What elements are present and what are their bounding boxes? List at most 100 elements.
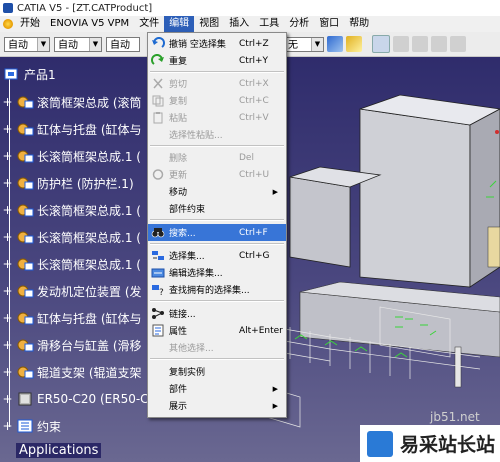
expand-icon[interactable]: + [2, 96, 13, 108]
menu-item-edit-selection-sets[interactable]: 编辑选择集... [148, 264, 286, 281]
tree-node-label[interactable]: 缸体与托盘 (缸体与 [37, 121, 142, 138]
expand-icon[interactable]: + [2, 393, 13, 405]
menu-item-shortcut: Alt+Enter [239, 325, 283, 336]
applications-node[interactable]: Applications [16, 443, 102, 458]
menu-item-copy[interactable]: 复制 Ctrl+C [148, 92, 286, 109]
expand-icon[interactable]: + [2, 339, 13, 351]
tree-node[interactable]: + 长滚筒框架总成.1 ( [0, 199, 141, 221]
chevron-down-icon[interactable]: ▼ [89, 37, 101, 51]
render-icon[interactable] [412, 36, 428, 52]
expand-icon[interactable]: + [2, 150, 13, 162]
tree-node-label[interactable]: 长滚筒框架总成.1 ( [37, 148, 141, 165]
layer-combo[interactable]: 无 ▼ [284, 36, 324, 52]
linetype-combo[interactable]: 自动 [106, 36, 140, 52]
brush-icon[interactable] [327, 36, 343, 52]
menu-tools[interactable]: 工具 [254, 16, 284, 32]
tree-node-label[interactable]: 滚筒框架总成 (滚筒 [37, 94, 142, 111]
menu-edit[interactable]: 编辑 [164, 16, 195, 32]
start-logo-icon[interactable] [3, 19, 13, 29]
chevron-down-icon[interactable]: ▼ [311, 37, 323, 51]
tree-node[interactable]: + 辊道支架 (辊道支架 [0, 361, 142, 383]
product-icon [3, 66, 21, 82]
menu-separator [150, 243, 284, 245]
menu-item-other-selection[interactable]: 其他选择... [148, 339, 286, 356]
menu-item-move[interactable]: 移动 ▶ [148, 183, 286, 200]
menu-item-properties[interactable]: 属性 Alt+Enter [148, 322, 286, 339]
expand-icon[interactable]: + [2, 123, 13, 135]
tree-node[interactable]: + 滚筒框架总成 (滚筒 [0, 91, 142, 113]
tree-node-label[interactable]: 长滚筒框架总成.1 ( [37, 256, 141, 273]
expand-icon[interactable]: + [2, 312, 13, 324]
menu-item-undo[interactable]: 撤销 空选择集 Ctrl+Z [148, 35, 286, 52]
material-icon[interactable] [431, 36, 447, 52]
paint-icon[interactable] [346, 36, 362, 52]
site-watermark: jb51.net 易采站长站 [360, 410, 500, 462]
menu-item-update[interactable]: 更新 Ctrl+U [148, 166, 286, 183]
transparency-combo[interactable]: 自动 ▼ [54, 36, 102, 52]
expand-icon[interactable]: + [2, 285, 13, 297]
component-icon [16, 121, 34, 137]
tree-node[interactable]: + 防护栏 (防护栏.1) [0, 172, 134, 194]
expand-icon[interactable]: + [2, 258, 13, 270]
tree-node-label[interactable]: 发动机定位装置 (发 [37, 283, 142, 300]
lighting-icon[interactable] [450, 36, 466, 52]
tree-constraints-row[interactable]: + 约束 [0, 415, 61, 437]
tree-node[interactable]: + 长滚筒框架总成.1 ( [0, 253, 141, 275]
expand-icon[interactable]: + [2, 177, 13, 189]
menu-start[interactable]: 开始 [15, 16, 45, 32]
chevron-down-icon[interactable]: ▼ [37, 37, 49, 51]
tree-node[interactable]: + 发动机定位装置 (发 [0, 280, 142, 302]
menu-item-redo[interactable]: 重复 Ctrl+Y [148, 52, 286, 69]
component-icon [16, 175, 34, 191]
tree-constraints-label[interactable]: 约束 [37, 418, 61, 435]
properties-tool-icon[interactable] [372, 35, 390, 53]
menu-separator [150, 145, 284, 147]
menu-analysis[interactable]: 分析 [284, 16, 314, 32]
menu-item-label: 复制实例 [169, 368, 206, 378]
expand-icon[interactable]: + [2, 204, 13, 216]
tree-node[interactable]: + ER50-C20 (ER50-C [0, 388, 149, 410]
menu-item-component[interactable]: 部件 ▶ [148, 380, 286, 397]
menu-file[interactable]: 文件 [134, 16, 164, 32]
menu-item-representations[interactable]: 展示 ▶ [148, 397, 286, 414]
tree-node[interactable]: + 缸体与托盘 (缸体与 [0, 307, 142, 329]
expand-icon[interactable]: + [2, 420, 13, 432]
color-combo[interactable]: 自动 ▼ [4, 36, 50, 52]
tree-node-label[interactable]: 长滚筒框架总成.1 ( [37, 229, 141, 246]
tree-node[interactable]: + 缸体与托盘 (缸体与 [0, 118, 142, 140]
menu-item-component-constraints[interactable]: 部件约束 [148, 200, 286, 217]
menu-view[interactable]: 视图 [194, 16, 224, 32]
tree-node[interactable]: + 长滚筒框架总成.1 ( [0, 145, 141, 167]
tree-node-label[interactable]: ER50-C20 (ER50-C [37, 392, 149, 406]
menu-item-label: 移动 [169, 188, 188, 198]
menu-item-delete[interactable]: 删除 Del [148, 149, 286, 166]
tree-node-label[interactable]: 滑移台与缸盖 (滑移 [37, 337, 142, 354]
tree-node-label[interactable]: 防护栏 (防护栏.1) [37, 175, 134, 192]
menu-enovia[interactable]: ENOVIA V5 VPM [45, 16, 134, 32]
menu-item-paste[interactable]: 粘贴 Ctrl+V [148, 109, 286, 126]
shading-icon[interactable] [393, 36, 409, 52]
tree-node-label[interactable]: 辊道支架 (辊道支架 [37, 364, 142, 381]
refresh-icon [151, 168, 165, 181]
tree-node[interactable]: + 滑移台与缸盖 (滑移 [0, 334, 142, 356]
menu-help[interactable]: 帮助 [344, 16, 374, 32]
menu-insert[interactable]: 插入 [224, 16, 254, 32]
menu-item-find-owning-selection-sets[interactable]: ? 查找拥有的选择集... [148, 281, 286, 298]
component-icon [16, 283, 34, 299]
menu-item-selection-sets[interactable]: 选择集... Ctrl+G [148, 247, 286, 264]
menu-item-links[interactable]: 链接... [148, 305, 286, 322]
menu-window[interactable]: 窗口 [314, 16, 344, 32]
tree-node[interactable]: + 长滚筒框架总成.1 ( [0, 226, 141, 248]
expand-icon[interactable]: + [2, 366, 13, 378]
menu-item-duplicate-instance[interactable]: 复制实例 [148, 363, 286, 380]
linetype-combo-value: 自动 [110, 39, 130, 51]
tree-node-label[interactable]: 缸体与托盘 (缸体与 [37, 310, 142, 327]
tree-root-label[interactable]: 产品1 [24, 66, 56, 83]
cut-icon [151, 77, 165, 90]
expand-icon[interactable]: + [2, 231, 13, 243]
menu-item-search[interactable]: 搜索... Ctrl+F [148, 224, 286, 241]
tree-root-row[interactable]: 产品1 [0, 63, 56, 85]
menu-item-paste-special[interactable]: 选择性粘贴... [148, 126, 286, 143]
tree-node-label[interactable]: 长滚筒框架总成.1 ( [37, 202, 141, 219]
menu-item-cut[interactable]: 剪切 Ctrl+X [148, 75, 286, 92]
